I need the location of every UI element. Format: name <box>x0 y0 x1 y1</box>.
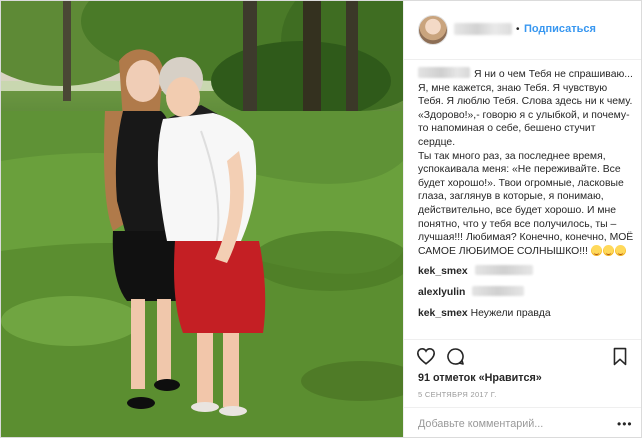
smiling-emoji-icon <box>614 244 626 256</box>
comment-username[interactable]: alexlyulin <box>418 287 465 298</box>
comment-username[interactable]: kek_smex <box>418 308 468 319</box>
follow-button[interactable]: Подписаться <box>524 23 596 35</box>
comment-text-redacted <box>474 265 533 276</box>
caption-paragraph-2: Ты так много раз, за последнее время, ус… <box>418 150 634 257</box>
comments-section: Я ни о чем Тебя не спрашиваю... Я, мне к… <box>418 67 634 335</box>
comment-text-redacted <box>472 285 525 296</box>
more-options-icon[interactable]: ••• <box>617 417 633 431</box>
separator-dot: • <box>516 24 520 35</box>
post-date: 5 СЕНТЯБРЯ 2017 Г. <box>418 390 497 399</box>
comment: alexlyulin <box>418 285 634 300</box>
smiling-emoji-icon <box>590 244 602 256</box>
comment-text: Неужели правда <box>470 307 551 319</box>
instagram-post: • Подписаться Я ни о чем Тебя не спрашив… <box>0 0 642 438</box>
photo-illustration <box>1 1 403 437</box>
add-comment-input[interactable] <box>418 416 608 432</box>
post-photo[interactable] <box>1 1 403 437</box>
comment: kek_smex <box>418 265 634 279</box>
post-side-panel: • Подписаться Я ни о чем Тебя не спрашив… <box>403 1 641 437</box>
avatar[interactable] <box>418 15 448 45</box>
post-actions <box>404 339 641 374</box>
add-comment-bar: ••• <box>404 407 641 437</box>
bookmark-icon[interactable] <box>612 347 628 371</box>
smiling-emoji-icon <box>602 244 614 256</box>
comment-username[interactable]: kek_smex <box>418 266 468 277</box>
caption-author-redacted <box>418 67 470 78</box>
comment-icon[interactable] <box>446 347 465 371</box>
comment: kek_smex Неужели правда <box>418 307 634 321</box>
post-caption: Я ни о чем Тебя не спрашиваю... Я, мне к… <box>418 67 634 258</box>
caption-paragraph-1: Я ни о чем Тебя не спрашиваю... Я, мне к… <box>418 69 633 148</box>
likes-count[interactable]: 91 отметок «Нравится» <box>418 372 542 384</box>
username-redacted <box>454 23 512 35</box>
post-header: • Подписаться <box>404 1 641 60</box>
heart-icon[interactable] <box>416 347 436 370</box>
